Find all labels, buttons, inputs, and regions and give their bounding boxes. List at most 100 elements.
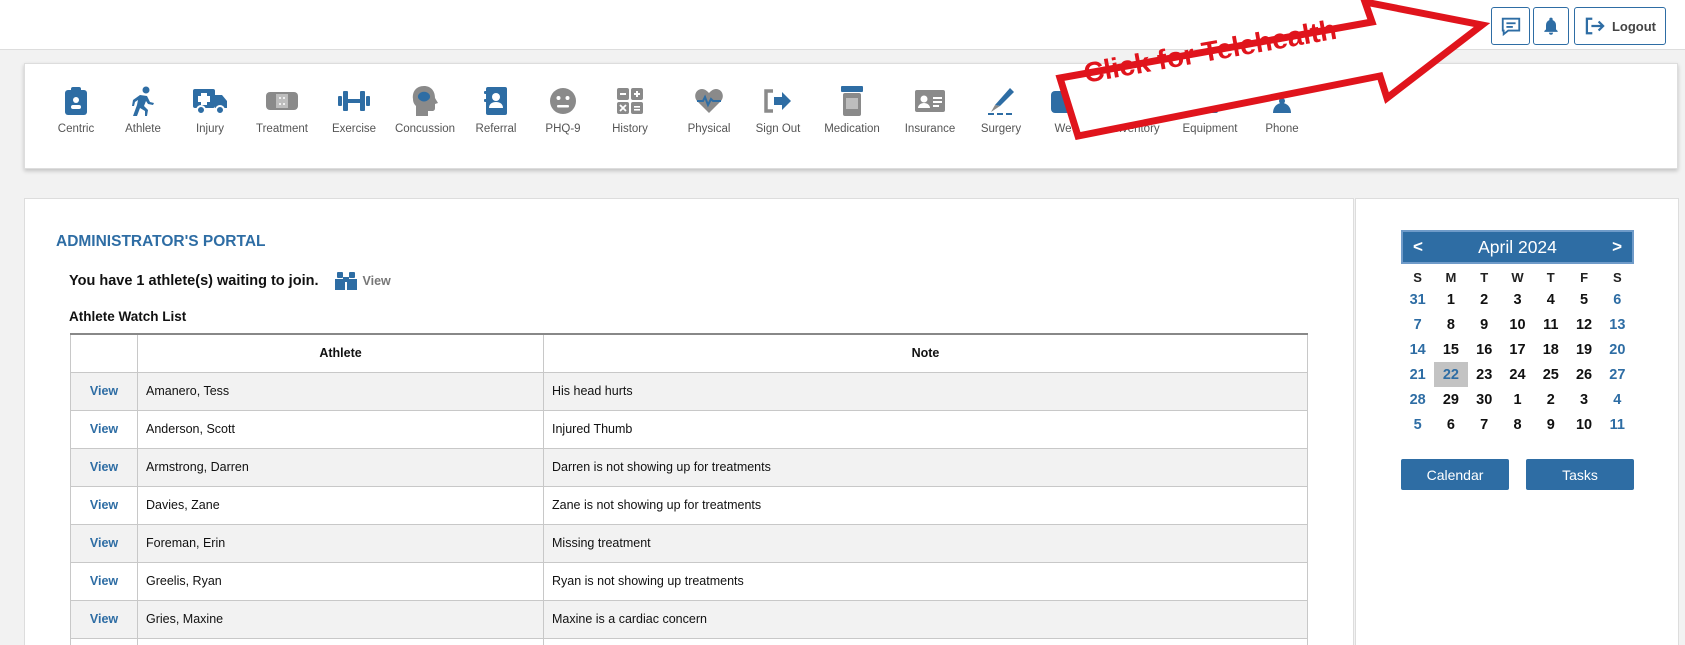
toolbar-label: Exercise (331, 123, 377, 135)
contact-book-icon (484, 87, 507, 115)
bell-icon (1544, 17, 1558, 35)
calendar-header: < April 2024 > (1401, 230, 1634, 264)
toolbar-label: Physical (687, 123, 731, 135)
table-header-row: Athlete Note (70, 333, 1308, 373)
ambulance-icon (193, 89, 227, 115)
calendar-grid: S M T W T F S 31 1 2 3 4 5 6 7 8 9 10 11 12 13 14 15 16 17 18 19 20… (1401, 267, 1634, 437)
toolbar-label: Sign Out (755, 123, 801, 135)
table-row: View Armstrong, Darren Darren is not sho… (70, 447, 1308, 487)
calendar-day[interactable]: 8 (1434, 312, 1467, 337)
calendar-day[interactable]: 7 (1468, 412, 1501, 437)
calendar-day[interactable]: 25 (1534, 362, 1567, 387)
toolbar-label: Medication (824, 123, 880, 135)
view-link-empty (70, 637, 138, 645)
calendar-day[interactable]: 2 (1534, 387, 1567, 412)
calendar-day[interactable]: 24 (1501, 362, 1534, 387)
view-link[interactable]: View (70, 599, 138, 639)
calendar-day[interactable]: 26 (1567, 362, 1600, 387)
table-row: View Amanero, Tess His head hurts (70, 371, 1308, 411)
weekday-header: T (1546, 269, 1555, 285)
calendar-day[interactable]: 1 (1501, 387, 1534, 412)
next-month-button[interactable]: > (1612, 237, 1622, 257)
telehealth-chat-button[interactable] (1491, 7, 1530, 45)
toolbar-item-history[interactable]: History (585, 84, 675, 135)
calendar-day[interactable]: 27 (1601, 362, 1634, 387)
weekday-header: W (1511, 269, 1524, 285)
calendar-day[interactable]: 11 (1534, 312, 1567, 337)
view-link[interactable]: View (70, 485, 138, 525)
heartbeat-icon (695, 89, 723, 113)
calendar-day[interactable]: 4 (1601, 387, 1634, 412)
calendar-day[interactable]: 28 (1401, 387, 1434, 412)
calendar-day[interactable]: 5 (1401, 412, 1434, 437)
page-title: ADMINISTRATOR'S PORTAL (56, 233, 266, 250)
calendar-day[interactable]: 10 (1501, 312, 1534, 337)
waiting-text: You have 1 athlete(s) waiting to join. (69, 273, 319, 289)
note-cell: Injured Thumb (543, 409, 1308, 449)
calendar-day-today[interactable]: 22 (1434, 362, 1468, 387)
view-link[interactable]: View (70, 447, 138, 487)
view-link[interactable]: View (70, 523, 138, 563)
calendar-day[interactable]: 11 (1601, 412, 1634, 437)
calendar-month-label: April 2024 (1478, 236, 1557, 257)
calendar-day[interactable]: 10 (1567, 412, 1600, 437)
calendar-day[interactable]: 21 (1401, 362, 1434, 387)
logout-button[interactable]: Logout (1574, 7, 1666, 45)
athlete-cell: Armstrong, Darren (137, 447, 544, 487)
calendar-day[interactable]: 3 (1567, 387, 1600, 412)
calendar-button[interactable]: Calendar (1401, 459, 1509, 490)
note-cell: Darren is not showing up for treatments (543, 447, 1308, 487)
calendar-day[interactable]: 17 (1501, 337, 1534, 362)
calculator-icon (617, 88, 643, 114)
calendar-day[interactable]: 8 (1501, 412, 1534, 437)
toolbar-label: Referral (475, 123, 517, 135)
watch-list-title: Athlete Watch List (69, 309, 187, 324)
notifications-button[interactable] (1533, 7, 1569, 45)
id-card-icon (915, 90, 945, 112)
calendar-day[interactable]: 3 (1501, 287, 1534, 312)
column-header-athlete: Athlete (137, 333, 544, 373)
note-cell: Missing treatment (543, 523, 1308, 563)
calendar-day[interactable]: 6 (1434, 412, 1467, 437)
calendar-day[interactable]: 30 (1468, 387, 1501, 412)
calendar-day[interactable]: 14 (1401, 337, 1434, 362)
calendar-day[interactable]: 13 (1601, 312, 1634, 337)
binoculars-icon (335, 272, 358, 290)
note-cell-empty (543, 637, 1308, 645)
calendar-day[interactable]: 18 (1534, 337, 1567, 362)
table-row: View Davies, Zane Zane is not showing up… (70, 485, 1308, 525)
calendar-day[interactable]: 4 (1534, 287, 1567, 312)
tasks-button[interactable]: Tasks (1526, 459, 1634, 490)
calendar-day[interactable]: 9 (1534, 412, 1567, 437)
toolbar-label: Surgery (980, 123, 1022, 135)
calendar-day[interactable]: 29 (1434, 387, 1467, 412)
athlete-cell: Greelis, Ryan (137, 561, 544, 601)
calendar-day[interactable]: 15 (1434, 337, 1467, 362)
calendar-day[interactable]: 7 (1401, 312, 1434, 337)
calendar-day[interactable]: 9 (1468, 312, 1501, 337)
athlete-cell: Anderson, Scott (137, 409, 544, 449)
waiting-notice: You have 1 athlete(s) waiting to join. V… (69, 271, 391, 291)
main-panel: ADMINISTRATOR'S PORTAL You have 1 athlet… (24, 198, 1354, 645)
calendar-day[interactable]: 20 (1601, 337, 1634, 362)
note-cell: His head hurts (543, 371, 1308, 411)
pill-bottle-icon (841, 86, 863, 116)
waiting-view-link[interactable]: View (334, 271, 391, 291)
athlete-cell: Foreman, Erin (137, 523, 544, 563)
calendar-day[interactable]: 16 (1468, 337, 1501, 362)
toolbar-item-medication[interactable]: Medication (807, 84, 897, 135)
view-link[interactable]: View (70, 371, 138, 411)
view-link[interactable]: View (70, 409, 138, 449)
calendar-day[interactable]: 6 (1601, 287, 1634, 312)
calendar-day[interactable]: 2 (1468, 287, 1501, 312)
watch-list-table: Athlete Note View Amanero, Tess His head… (70, 333, 1308, 645)
view-link[interactable]: View (70, 561, 138, 601)
calendar-day[interactable]: 1 (1434, 287, 1467, 312)
calendar-day[interactable]: 31 (1401, 287, 1434, 312)
calendar-day[interactable]: 19 (1567, 337, 1600, 362)
prev-month-button[interactable]: < (1413, 237, 1423, 257)
calendar-day[interactable]: 5 (1567, 287, 1600, 312)
note-cell: Maxine is a cardiac concern (543, 599, 1308, 639)
calendar-day[interactable]: 12 (1567, 312, 1600, 337)
calendar-day[interactable]: 23 (1468, 362, 1501, 387)
